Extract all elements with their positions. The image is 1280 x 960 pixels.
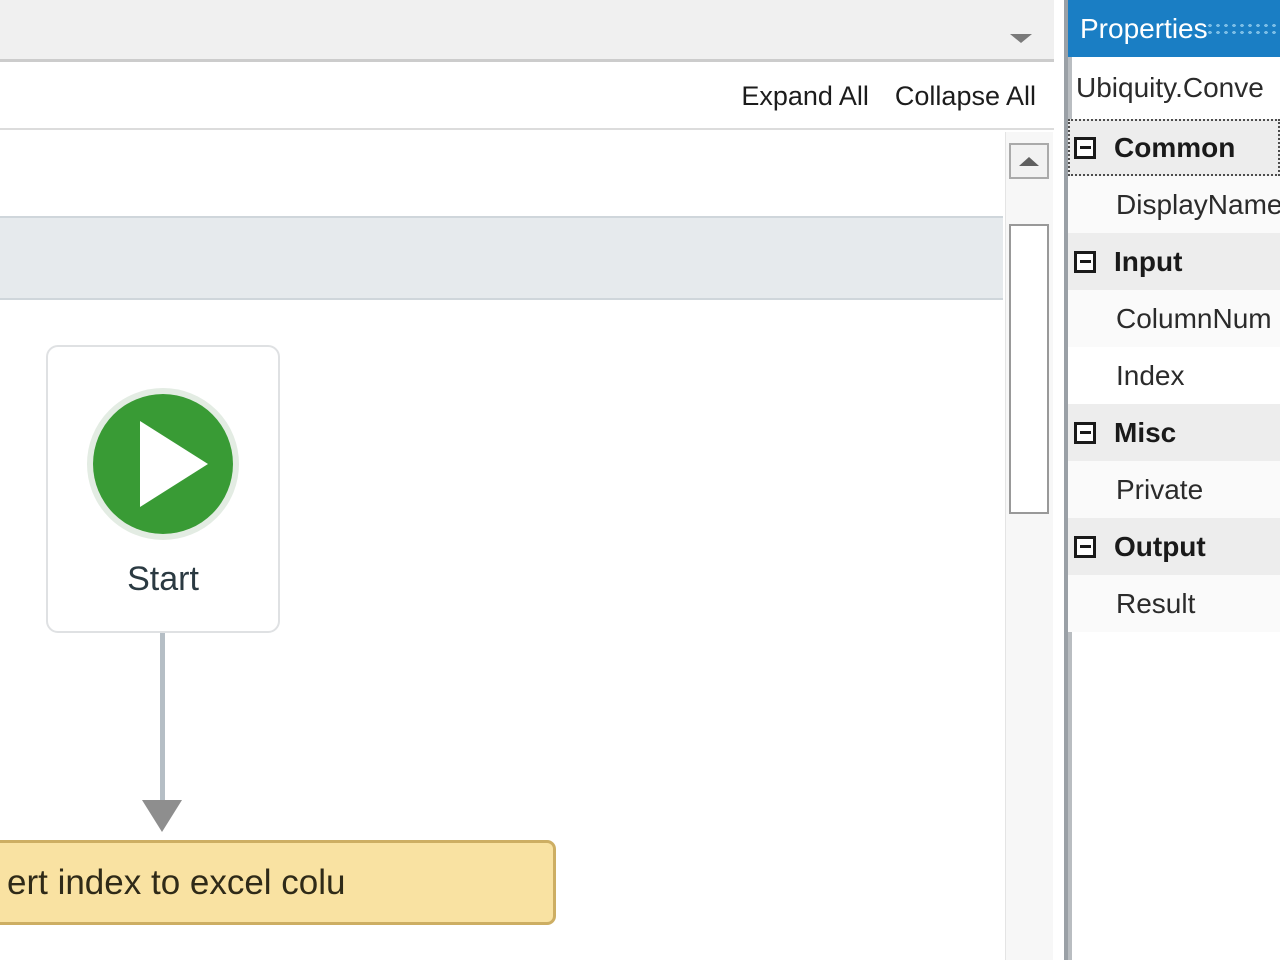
start-node-label: Start xyxy=(127,560,199,598)
properties-row-label: DisplayName xyxy=(1116,188,1280,220)
collapse-box-icon[interactable] xyxy=(1074,535,1096,558)
properties-row-columnnum[interactable]: ColumnNum xyxy=(1068,290,1280,347)
properties-category-common[interactable]: Common xyxy=(1068,119,1280,176)
properties-empty-area xyxy=(1068,632,1280,952)
properties-row-label: ColumnNum xyxy=(1116,302,1272,334)
designer-top-strip xyxy=(0,0,1058,62)
properties-row-index[interactable]: Index xyxy=(1068,347,1280,404)
scroll-up-icon[interactable] xyxy=(1009,143,1049,179)
properties-subject-row: Ubiquity.Conve xyxy=(1068,57,1280,119)
scrollbar-thumb[interactable] xyxy=(1009,224,1049,514)
properties-panel: Properties Ubiquity.Conve Common DisplayN… xyxy=(1068,0,1280,960)
properties-panel-title: Properties xyxy=(1080,12,1208,44)
collapse-box-icon[interactable] xyxy=(1074,136,1096,159)
properties-subject-label: Ubiquity.Conve xyxy=(1076,71,1264,103)
arrow-down-icon xyxy=(142,800,182,832)
properties-row-result[interactable]: Result xyxy=(1068,575,1280,632)
properties-category-misc[interactable]: Misc xyxy=(1068,404,1280,461)
workflow-designer: Expand All Collapse All Start ert index … xyxy=(0,0,1058,960)
play-icon xyxy=(93,394,233,534)
properties-row-private[interactable]: Private xyxy=(1068,461,1280,518)
properties-category-label: Misc xyxy=(1114,416,1177,448)
designer-upper-band xyxy=(0,132,1003,216)
properties-category-label: Common xyxy=(1114,131,1236,163)
activity-node-label: ert index to excel colu xyxy=(7,863,346,902)
start-node[interactable]: Start xyxy=(46,345,280,633)
drag-grip-icon[interactable] xyxy=(1206,22,1280,36)
connector-line xyxy=(160,633,165,805)
properties-panel-header: Properties xyxy=(1068,0,1280,57)
expand-all-button[interactable]: Expand All xyxy=(741,83,869,110)
properties-row-displayname[interactable]: DisplayName xyxy=(1068,176,1280,233)
properties-category-input[interactable]: Input xyxy=(1068,233,1280,290)
properties-row-label: Private xyxy=(1116,473,1204,505)
workflow-canvas[interactable]: Start ert index to excel colu xyxy=(0,300,1003,960)
properties-grid: Common DisplayName Input ColumnNum Index Misc… xyxy=(1068,119,1280,632)
chevron-down-icon[interactable] xyxy=(1010,34,1032,43)
start-icon-ring xyxy=(87,388,239,540)
collapse-box-icon[interactable] xyxy=(1074,421,1096,444)
collapse-all-button[interactable]: Collapse All xyxy=(895,83,1036,110)
properties-category-label: Output xyxy=(1114,530,1206,562)
activity-node[interactable]: ert index to excel colu xyxy=(0,840,556,925)
properties-category-output[interactable]: Output xyxy=(1068,518,1280,575)
scroll-up-arrow xyxy=(1019,156,1039,166)
designer-vertical-scrollbar[interactable] xyxy=(1005,132,1053,960)
properties-row-label: Result xyxy=(1116,587,1196,619)
breadcrumb[interactable] xyxy=(0,216,1003,300)
collapse-box-icon[interactable] xyxy=(1074,250,1096,273)
designer-toolbar: Expand All Collapse All xyxy=(0,65,1058,130)
play-triangle xyxy=(140,421,208,507)
app-root: Expand All Collapse All Start ert index … xyxy=(0,0,1280,960)
properties-row-label: Index xyxy=(1116,359,1185,391)
properties-category-label: Input xyxy=(1114,245,1183,277)
